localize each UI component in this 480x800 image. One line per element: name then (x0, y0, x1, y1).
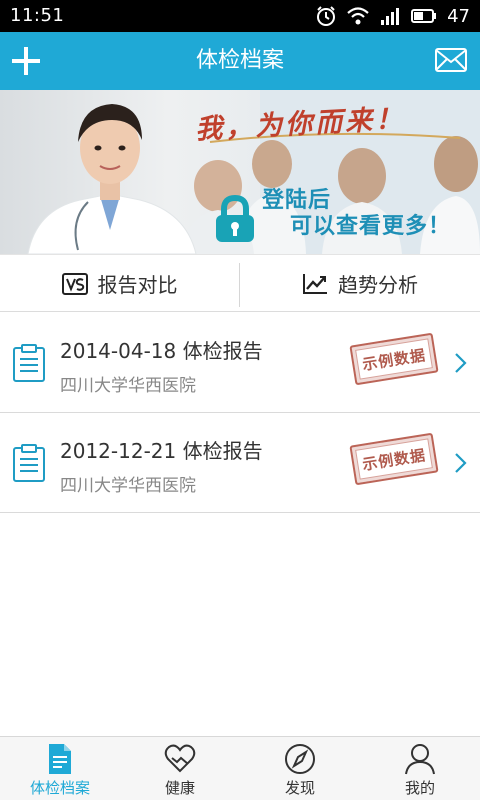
app-header: 体检档案 (0, 32, 480, 90)
nav-tab-discover[interactable]: 发现 (240, 737, 360, 800)
status-icons: 47 (315, 5, 470, 27)
nav-label: 发现 (284, 779, 315, 797)
status-time: 11:51 (10, 5, 65, 26)
report-item[interactable]: 2014-04-18 体检报告 四川大学华西医院 示例数据 (0, 313, 480, 413)
page-title: 体检档案 (195, 48, 284, 73)
nav-tab-exam-records[interactable]: 体检档案 (0, 737, 120, 800)
clipboard-icon (13, 444, 45, 482)
user-icon (405, 744, 435, 775)
trend-analysis-label: 趋势分析 (338, 273, 418, 297)
battery-level: 47 (447, 5, 470, 27)
chevron-right-icon (455, 453, 467, 473)
nav-tab-mine[interactable]: 我的 (360, 737, 480, 800)
banner-login-line2: 可以查看更多！ (290, 214, 452, 239)
report-item[interactable]: 2012-12-21 体检报告 四川大学华西医院 示例数据 (0, 413, 480, 513)
nav-tab-health[interactable]: 健康 (120, 737, 240, 800)
report-hospital: 四川大学华西医院 (60, 476, 196, 496)
compass-icon (285, 744, 315, 774)
sample-data-stamp: 示例数据 (349, 332, 439, 386)
nav-label: 我的 (404, 779, 435, 797)
report-title: 2014-04-18 体检报告 (60, 339, 263, 363)
battery-icon (411, 9, 437, 23)
mail-button[interactable] (434, 46, 468, 74)
bottom-nav: 体检档案 健康 发现 我的 (0, 736, 480, 800)
trend-analysis-button[interactable]: 趋势分析 (240, 255, 480, 312)
trend-chart-icon (303, 273, 327, 294)
report-compare-button[interactable]: 报告对比 (0, 255, 239, 312)
status-bar: 11:51 47 (0, 0, 480, 32)
sample-data-stamp: 示例数据 (349, 432, 439, 486)
alarm-icon (317, 6, 336, 26)
signal-icon (381, 8, 400, 25)
report-hospital: 四川大学华西医院 (60, 376, 196, 396)
clipboard-icon (13, 344, 45, 382)
add-button[interactable] (8, 43, 44, 79)
action-row: 报告对比 趋势分析 (0, 254, 480, 312)
plus-icon (12, 47, 40, 75)
nav-label: 体检档案 (29, 779, 90, 797)
heart-hands-icon (164, 744, 196, 773)
nav-label: 健康 (164, 779, 195, 797)
lock-icon (216, 194, 254, 242)
vs-icon (61, 272, 88, 295)
wifi-icon (347, 7, 369, 25)
mail-icon (435, 48, 467, 72)
document-icon (49, 744, 71, 774)
report-title: 2012-12-21 体检报告 (60, 439, 263, 463)
report-compare-label: 报告对比 (97, 273, 178, 297)
chevron-right-icon (455, 353, 467, 373)
